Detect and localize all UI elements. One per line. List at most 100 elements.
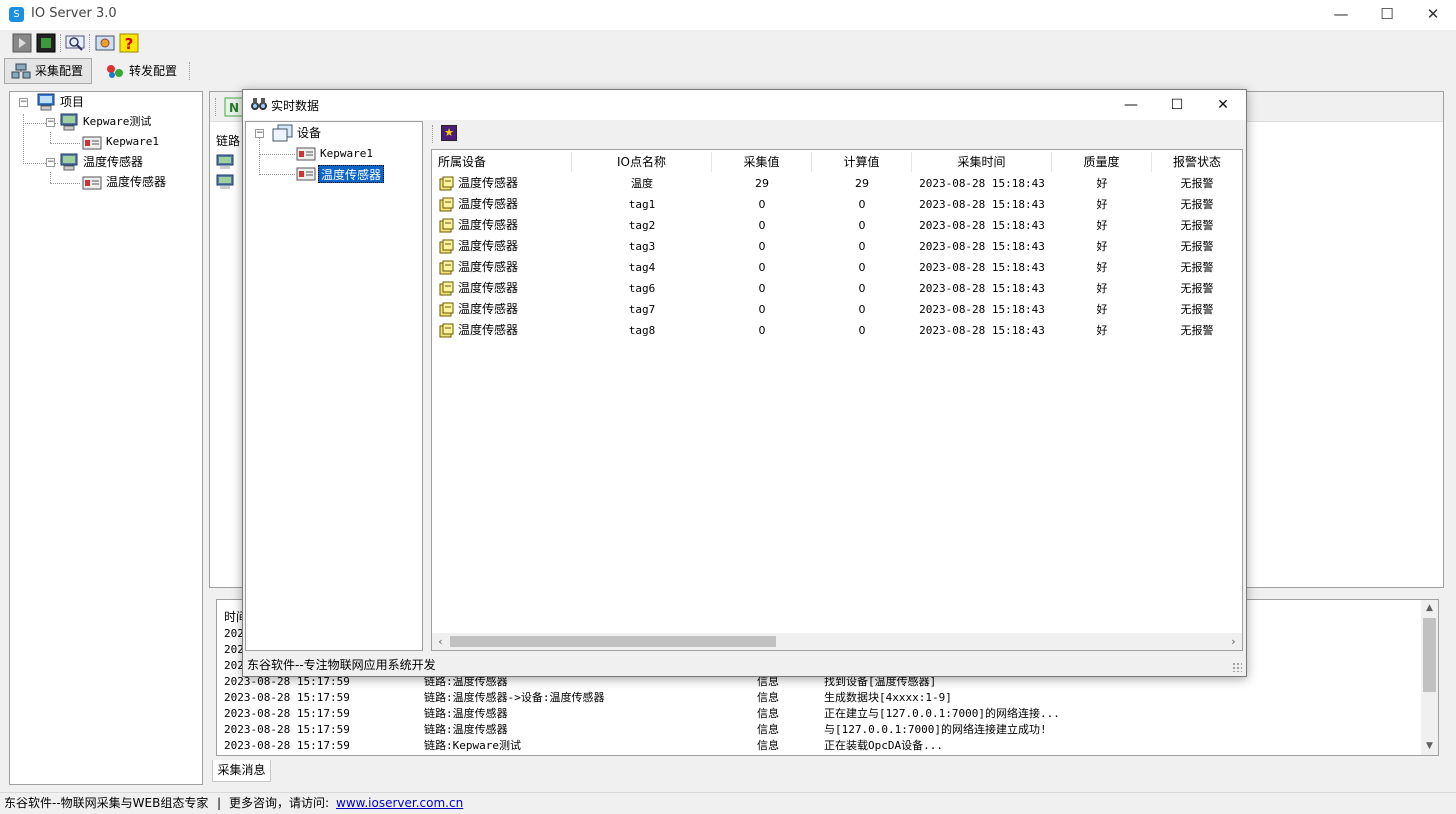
maximize-button[interactable]: ☐ [1364,0,1410,30]
tab-collect-config[interactable]: 采集配置 [4,58,93,84]
table-row[interactable]: 温度传感器 tag8 0 0 2023-08-28 15:18:43 好 无报警 [432,320,1242,341]
cell-device: 温度传感器 [432,320,572,341]
cell-calc-value: 29 [812,173,912,194]
close-button[interactable]: ✕ [1410,0,1456,30]
realtime-data-dialog[interactable]: 实时数据 — ☐ ✕ − 设备 Kepware1 温度传感器 ★ 所属设备 IO… [242,89,1247,677]
column-header-time[interactable]: 采集时间 [912,152,1052,172]
cell-alarm-text: 无报警 [1180,282,1214,295]
dialog-close-button[interactable]: ✕ [1200,90,1246,120]
project-tree[interactable]: − 项目 − Kepware测试 Kepware1 − 温度传感器 温度传感器 [9,91,203,785]
cell-raw-value-text: 0 [758,240,766,253]
link-item-icon[interactable] [216,174,234,190]
cell-io-name: tag3 [572,236,712,257]
column-header-device[interactable]: 所属设备 [432,152,572,172]
tab-forward-config[interactable]: 转发配置 [98,58,186,84]
cell-device-text: 温度传感器 [458,302,519,316]
tree-collapse-toggle[interactable]: − [46,158,55,167]
link-item-icon[interactable] [216,154,234,170]
tab-collect-messages[interactable]: 采集消息 [212,760,271,782]
cell-device: 温度传感器 [432,173,572,194]
tag-icon [439,260,454,275]
window-titlebar[interactable]: S IO Server 3.0 — ☐ ✕ [0,0,1456,30]
column-header-quality[interactable]: 质量度 [1052,152,1152,172]
cell-time-text: 2023-08-28 15:18:43 [919,282,1045,295]
cell-raw-value-text: 0 [758,198,766,211]
network-icon [11,63,31,79]
column-header-io-name[interactable]: IO点名称 [572,152,712,172]
search-button[interactable] [64,32,86,54]
scrollbar-thumb[interactable] [1423,618,1436,692]
run-button[interactable] [11,32,33,54]
column-header-alarm[interactable]: 报警状态 [1152,152,1242,172]
help-button[interactable]: ? [118,32,140,54]
cell-time-text: 2023-08-28 15:18:43 [919,177,1045,190]
cell-time-text: 2023-08-28 15:18:43 [919,324,1045,337]
table-row[interactable]: 温度传感器 tag1 0 0 2023-08-28 15:18:43 好 无报警 [432,194,1242,215]
device-icon [296,167,316,181]
footer-company: 东谷软件--物联网采集与WEB组态专家 [4,796,209,810]
new-link-icon[interactable]: N [224,97,244,117]
dialog-minimize-button[interactable]: — [1108,90,1154,120]
dialog-titlebar[interactable]: 实时数据 — ☐ ✕ [243,90,1246,120]
cell-time-text: 2023-08-28 15:18:43 [919,261,1045,274]
minimize-button[interactable]: — [1318,0,1364,30]
tree-device-kepware1[interactable]: Kepware1 [106,133,159,151]
log-message: 正在装载OpcDA设备... [824,739,943,752]
cell-alarm-text: 无报警 [1180,219,1214,232]
tree-device-kepware1[interactable]: Kepware1 [320,145,373,163]
tree-link-kepware[interactable]: Kepware测试 [83,113,151,131]
tree-collapse-toggle[interactable]: − [46,118,55,127]
run-icon [12,33,32,53]
log-level: 信息 [757,691,779,704]
log-time: 2023-08-28 15:17:59 [224,723,350,736]
log-time: 2023-08-28 15:17:59 [224,691,350,704]
tree-root-project[interactable]: 项目 [60,93,84,111]
tree-device-temp-sensor-selected[interactable]: 温度传感器 [318,165,385,183]
horizontal-scrollbar[interactable]: ‹ › [432,633,1242,650]
table-row[interactable]: 温度传感器 tag4 0 0 2023-08-28 15:18:43 好 无报警 [432,257,1242,278]
cell-alarm-text: 无报警 [1180,240,1214,253]
table-row[interactable]: 温度传感器 温度 29 29 2023-08-28 15:18:43 好 无报警 [432,173,1242,194]
cell-calc-value: 0 [812,236,912,257]
log-message: 与[127.0.0.1:7000]的网络连接建立成功! [824,723,1047,736]
table-row[interactable]: 温度传感器 tag3 0 0 2023-08-28 15:18:43 好 无报警 [432,236,1242,257]
cell-quality-text: 好 [1096,261,1108,274]
table-row[interactable]: 温度传感器 tag7 0 0 2023-08-28 15:18:43 好 无报警 [432,299,1242,320]
tree-line [50,172,51,183]
cell-device: 温度传感器 [432,299,572,320]
scroll-down-icon[interactable]: ▼ [1421,738,1438,755]
tree-collapse-toggle[interactable]: − [255,129,264,138]
tree-device-temp-sensor[interactable]: 温度传感器 [106,173,166,191]
tree-collapse-toggle[interactable]: − [19,98,28,107]
cell-alarm: 无报警 [1152,215,1242,236]
cell-calc-value-text: 0 [858,324,866,337]
scroll-left-icon[interactable]: ‹ [432,633,449,650]
scrollbar-thumb[interactable] [450,636,776,647]
dialog-maximize-button[interactable]: ☐ [1154,90,1200,120]
refresh-icon[interactable]: ★ [441,125,457,141]
scroll-up-icon[interactable]: ▲ [1421,600,1438,617]
tree-link-temp-sensor[interactable]: 温度传感器 [83,153,143,171]
column-header-raw-value[interactable]: 采集值 [712,152,812,172]
website-link[interactable]: www.ioserver.com.cn [336,793,463,813]
device-tree[interactable]: − 设备 Kepware1 温度传感器 [245,121,423,651]
cell-quality-text: 好 [1096,240,1108,253]
scroll-right-icon[interactable]: › [1225,633,1242,650]
tag-icon [439,239,454,254]
settings-button[interactable] [94,32,116,54]
toolbar: ? [0,30,1456,56]
tab-separator [189,62,190,80]
tab-label: 采集配置 [35,64,84,78]
tree-root-devices[interactable]: 设备 [297,124,321,142]
toolbar-separator [432,125,433,143]
column-header-calc-value[interactable]: 计算值 [812,152,912,172]
log-scrollbar[interactable]: ▲ ▼ [1421,600,1438,755]
resize-grip-icon[interactable] [1232,662,1242,672]
cell-alarm: 无报警 [1152,257,1242,278]
cell-time-text: 2023-08-28 15:18:43 [919,240,1045,253]
stop-button[interactable] [35,32,57,54]
table-row[interactable]: 温度传感器 tag6 0 0 2023-08-28 15:18:43 好 无报警 [432,278,1242,299]
table-row[interactable]: 温度传感器 tag2 0 0 2023-08-28 15:18:43 好 无报警 [432,215,1242,236]
tag-icon [439,218,454,233]
realtime-data-table[interactable]: 所属设备 IO点名称 采集值 计算值 采集时间 质量度 报警状态 温度传感器 温度… [431,149,1243,651]
